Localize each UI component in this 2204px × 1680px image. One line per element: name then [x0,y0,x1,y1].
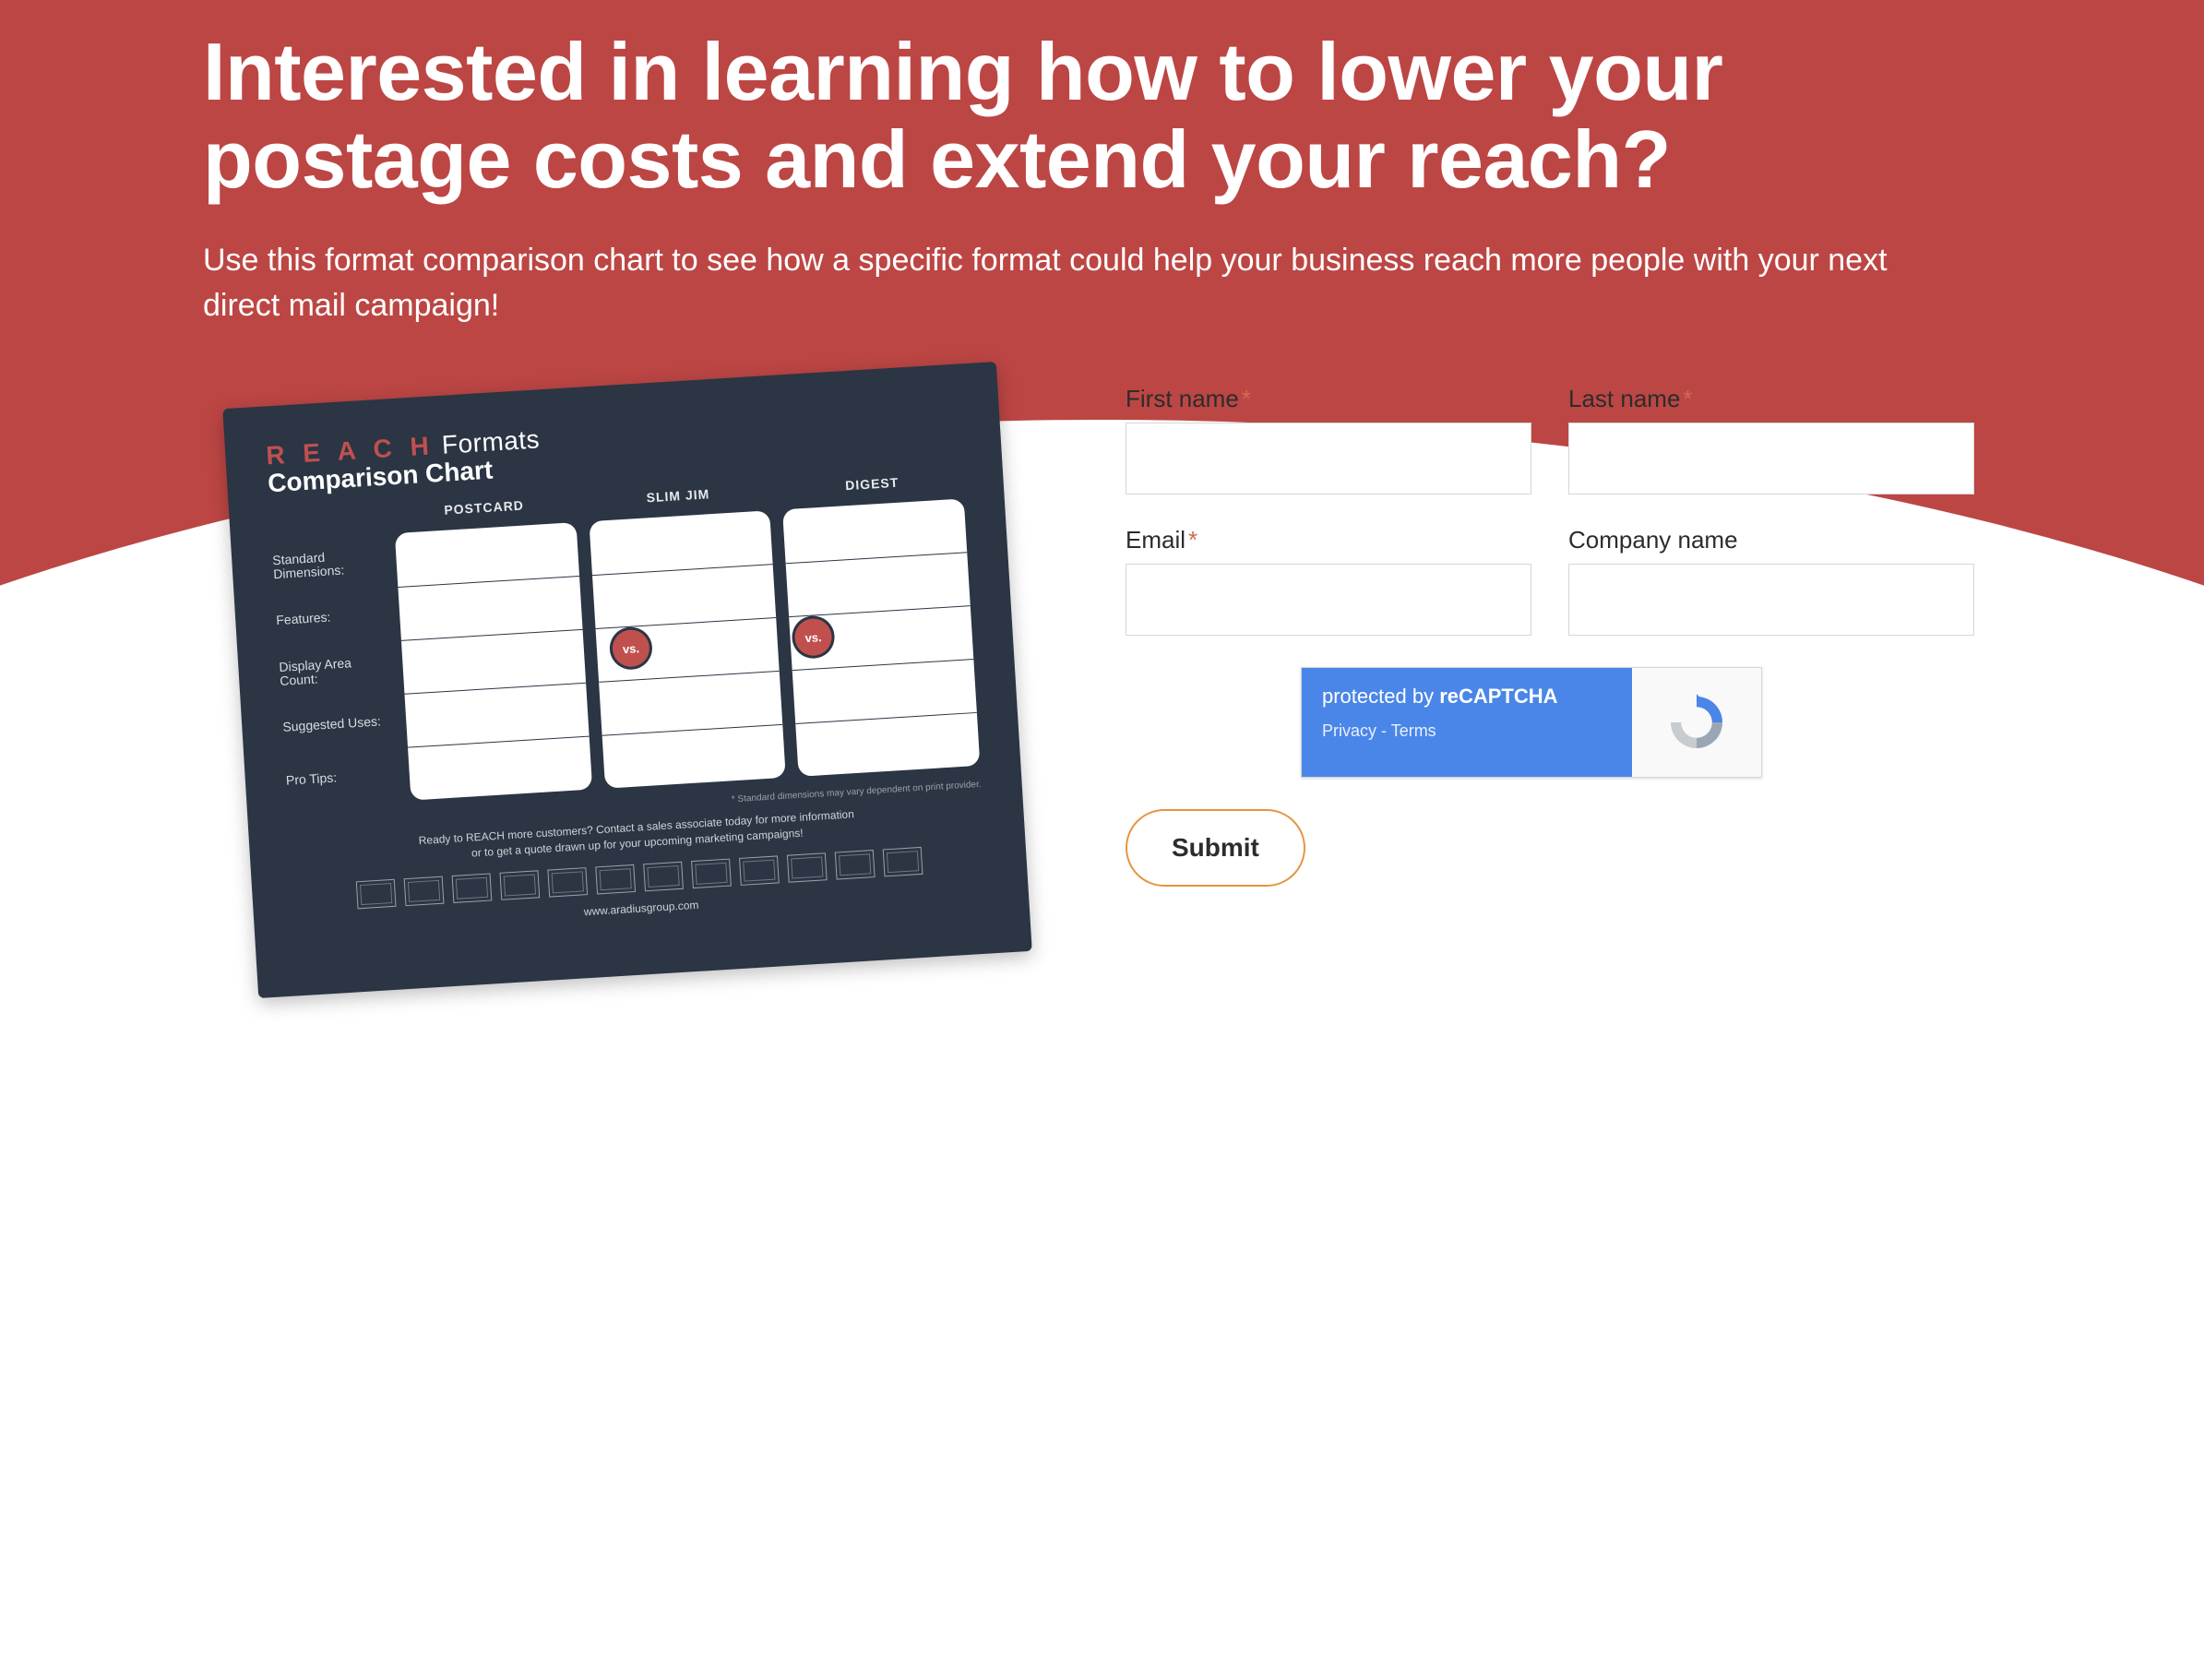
last-name-input[interactable] [1568,423,1974,494]
company-label: Company name [1568,526,1974,554]
submit-button[interactable]: Submit [1126,809,1305,887]
first-name-label: First name* [1126,385,1531,413]
recaptcha-privacy-link[interactable]: Privacy [1322,721,1376,740]
row-label: Pro Tips: [284,747,398,807]
preview-grid: Standard Dimensions: Features: Display A… [269,471,980,807]
recaptcha-text: protected by [1322,685,1439,708]
company-input[interactable] [1568,564,1974,636]
recaptcha-terms-link[interactable]: Terms [1391,721,1436,740]
email-label: Email* [1126,526,1531,554]
last-name-label: Last name* [1568,385,1974,413]
email-input[interactable] [1126,564,1531,636]
row-label: Suggested Uses: [281,694,395,754]
recaptcha-brand: reCAPTCHA [1439,685,1557,708]
preview-title-word: Formats [441,424,541,459]
row-label: Standard Dimensions: [271,534,385,594]
row-label: Features: [275,588,388,648]
page-subhead: Use this format comparison chart to see … [203,238,1956,329]
recaptcha-widget[interactable]: protected by reCAPTCHA Privacy - Terms [1301,667,1762,778]
recaptcha-icon [1632,668,1761,777]
comparison-chart-preview: R E A C H Formats Comparison Chart Stand… [222,362,1032,998]
row-label: Display Area Count: [278,640,391,700]
lead-form: First name* Last name* Email* [1126,385,1974,887]
first-name-input[interactable] [1126,423,1531,494]
page-headline: Interested in learning how to lower your… [203,28,2001,203]
